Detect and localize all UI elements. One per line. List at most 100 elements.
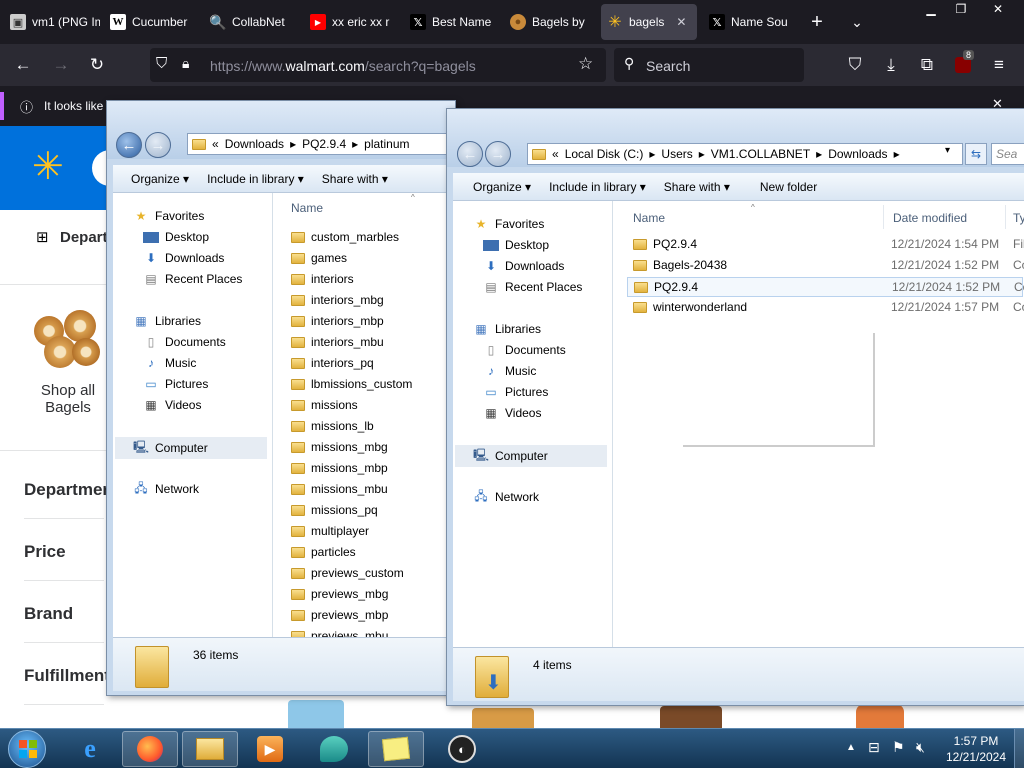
breadcrumb-pq294[interactable]: PQ2.9.4	[302, 137, 346, 151]
explorer-window-platinum[interactable]: ← → « Downloads ▸ PQ2.9.4 ▸ platinum Org…	[106, 100, 456, 696]
nav-network[interactable]: 🖧 Network	[133, 481, 199, 497]
game-app-icon[interactable]: ◐	[434, 731, 490, 767]
nav-favorites[interactable]: ★ Favorites	[473, 217, 545, 231]
file-row[interactable]: interiors_mbg	[291, 293, 384, 307]
product-image[interactable]	[472, 708, 534, 728]
tab-image[interactable]: ▣ vm1 (PNG Ima	[4, 0, 100, 44]
url-text[interactable]: https://www.walmart.com/search?q=bagels	[210, 58, 476, 74]
nav-videos[interactable]: ▦ Videos	[143, 398, 201, 412]
minimize-window-icon[interactable]: ▁	[916, 0, 946, 18]
nav-recent-places[interactable]: ▤ Recent Places	[143, 272, 242, 286]
chevron-right-icon[interactable]: ▸	[352, 137, 358, 151]
breadcrumb-users[interactable]: Users	[661, 147, 692, 161]
refresh-icon[interactable]: ⇆	[965, 143, 987, 165]
file-row[interactable]: missions	[291, 398, 358, 412]
tracking-shield-icon[interactable]: ⛉	[156, 55, 167, 72]
nav-videos[interactable]: ▦ Videos	[483, 406, 541, 420]
shop-all-bagels-link[interactable]: Shop all Bagels	[20, 382, 116, 416]
breadcrumb-downloads[interactable]: Downloads	[225, 137, 284, 151]
nav-downloads[interactable]: ⬇ Downloads	[483, 259, 564, 273]
tab-x-name-sou[interactable]: 𝕏 Name Sou	[703, 0, 799, 44]
file-row[interactable]: particles	[291, 545, 356, 559]
nav-documents[interactable]: ▯ Documents	[483, 343, 566, 357]
include-in-library-button[interactable]: Include in library ▾	[549, 180, 646, 194]
file-row[interactable]: interiors	[291, 272, 354, 286]
file-row[interactable]: previews_mbg	[291, 587, 388, 601]
nav-pictures[interactable]: ▭ Pictures	[143, 377, 208, 391]
close-tab-icon[interactable]: ✕	[676, 15, 686, 29]
facet-brand[interactable]: Brand	[24, 604, 73, 624]
breadcrumb-local-disk[interactable]: Local Disk (C:)	[565, 147, 644, 161]
chevron-right-icon[interactable]: ▸	[699, 147, 705, 161]
action-center-flag-icon[interactable]: ⚑	[892, 739, 905, 756]
file-row[interactable]: previews_custom	[291, 566, 404, 580]
file-row[interactable]: custom_marbles	[291, 230, 399, 244]
breadcrumb-vm1-collabnet[interactable]: VM1.COLLABNET	[711, 147, 810, 161]
back-button[interactable]: ←	[457, 141, 483, 167]
chat-bubble-app-icon[interactable]	[306, 731, 362, 767]
file-row[interactable]: missions_mbu	[291, 482, 388, 496]
file-row[interactable]: missions_mbp	[291, 461, 388, 475]
file-row[interactable]: PQ2.9.4 12/21/2024 1:52 PM Co	[627, 277, 1024, 297]
file-row[interactable]: Bagels-20438 12/21/2024 1:52 PM Co	[627, 256, 1024, 276]
product-image[interactable]	[288, 700, 344, 728]
file-row[interactable]: interiors_pq	[291, 356, 374, 370]
tab-wikipedia[interactable]: W Cucumber	[104, 0, 200, 44]
facet-department[interactable]: Departmen	[24, 480, 113, 500]
nav-desktop[interactable]: Desktop	[143, 230, 209, 244]
file-row[interactable]: interiors_mbp	[291, 314, 384, 328]
file-row[interactable]: missions_lb	[291, 419, 374, 433]
list-all-tabs-chevron-icon[interactable]: ⌄	[844, 9, 870, 35]
internet-explorer-icon[interactable]: e	[62, 731, 118, 767]
file-row[interactable]: interiors_mbu	[291, 335, 384, 349]
walmart-spark-icon[interactable]: ✳	[32, 148, 64, 186]
file-row[interactable]: missions_mbg	[291, 440, 388, 454]
new-folder-button[interactable]: New folder	[760, 180, 817, 194]
breadcrumb-platinum[interactable]: platinum	[364, 137, 409, 151]
nav-pictures[interactable]: ▭ Pictures	[483, 385, 548, 399]
departments-bar[interactable]: ⊞ Depart	[0, 210, 120, 266]
chevron-right-icon[interactable]: ▸	[649, 147, 655, 161]
bookmark-star-icon[interactable]: ☆	[578, 54, 593, 74]
nav-computer[interactable]: 🖳 Computer	[455, 445, 607, 467]
address-dropdown-icon[interactable]: ▾	[945, 145, 950, 156]
share-with-button[interactable]: Share with ▾	[322, 172, 388, 186]
back-arrow-icon[interactable]: ←	[10, 52, 36, 78]
explorer-window-downloads[interactable]: ← → « Local Disk (C:) ▸ Users ▸ VM1.COLL…	[446, 108, 1024, 706]
back-button[interactable]: ←	[116, 132, 142, 158]
column-header-name[interactable]: Name	[291, 201, 323, 215]
organize-button[interactable]: Organize ▾	[473, 180, 531, 194]
nav-libraries[interactable]: ▦ Libraries	[133, 314, 201, 328]
show-hidden-icons-icon[interactable]: ▲	[846, 742, 856, 753]
facet-fulfillment[interactable]: Fulfillment	[24, 666, 110, 686]
address-bar[interactable]: « Local Disk (C:) ▸ Users ▸ VM1.COLLABNE…	[527, 143, 963, 165]
share-with-button[interactable]: Share with ▾	[664, 180, 730, 194]
file-row[interactable]: lbmissions_custom	[291, 377, 412, 391]
chevron-right-icon[interactable]: ▸	[290, 137, 296, 151]
nav-recent-places[interactable]: ▤ Recent Places	[483, 280, 582, 294]
forward-button[interactable]: →	[485, 141, 511, 167]
overflow-chevron-icon[interactable]: «	[552, 147, 559, 161]
bagels-thumbnail[interactable]	[30, 308, 102, 370]
chevron-right-icon[interactable]: ▸	[816, 147, 822, 161]
extensions-icon[interactable]: ⧉	[914, 52, 940, 78]
include-in-library-button[interactable]: Include in library ▾	[207, 172, 304, 186]
file-row[interactable]: multiplayer	[291, 524, 369, 538]
overflow-chevron-icon[interactable]: «	[212, 137, 219, 151]
file-row[interactable]: games	[291, 251, 347, 265]
search-input[interactable]: Sea	[991, 143, 1024, 165]
organize-button[interactable]: Organize ▾	[131, 172, 189, 186]
clock[interactable]: 1:57 PM 12/21/2024	[944, 733, 1008, 765]
nav-desktop[interactable]: Desktop	[483, 238, 549, 252]
column-header-name[interactable]: Name	[633, 211, 665, 225]
breadcrumb-downloads[interactable]: Downloads	[828, 147, 887, 161]
facet-price[interactable]: Price	[24, 542, 66, 562]
file-row[interactable]: missions_pq	[291, 503, 378, 517]
ublock-extension-icon[interactable]: 8	[950, 50, 976, 78]
restore-window-icon[interactable]: ❐	[946, 0, 976, 18]
nav-documents[interactable]: ▯ Documents	[143, 335, 226, 349]
forward-arrow-icon[interactable]: →	[48, 52, 74, 78]
tab-collabnet[interactable]: 🔍 CollabNet	[204, 0, 300, 44]
volume-muted-icon[interactable]: 🔇︎	[916, 739, 925, 756]
forward-button[interactable]: →	[145, 132, 171, 158]
